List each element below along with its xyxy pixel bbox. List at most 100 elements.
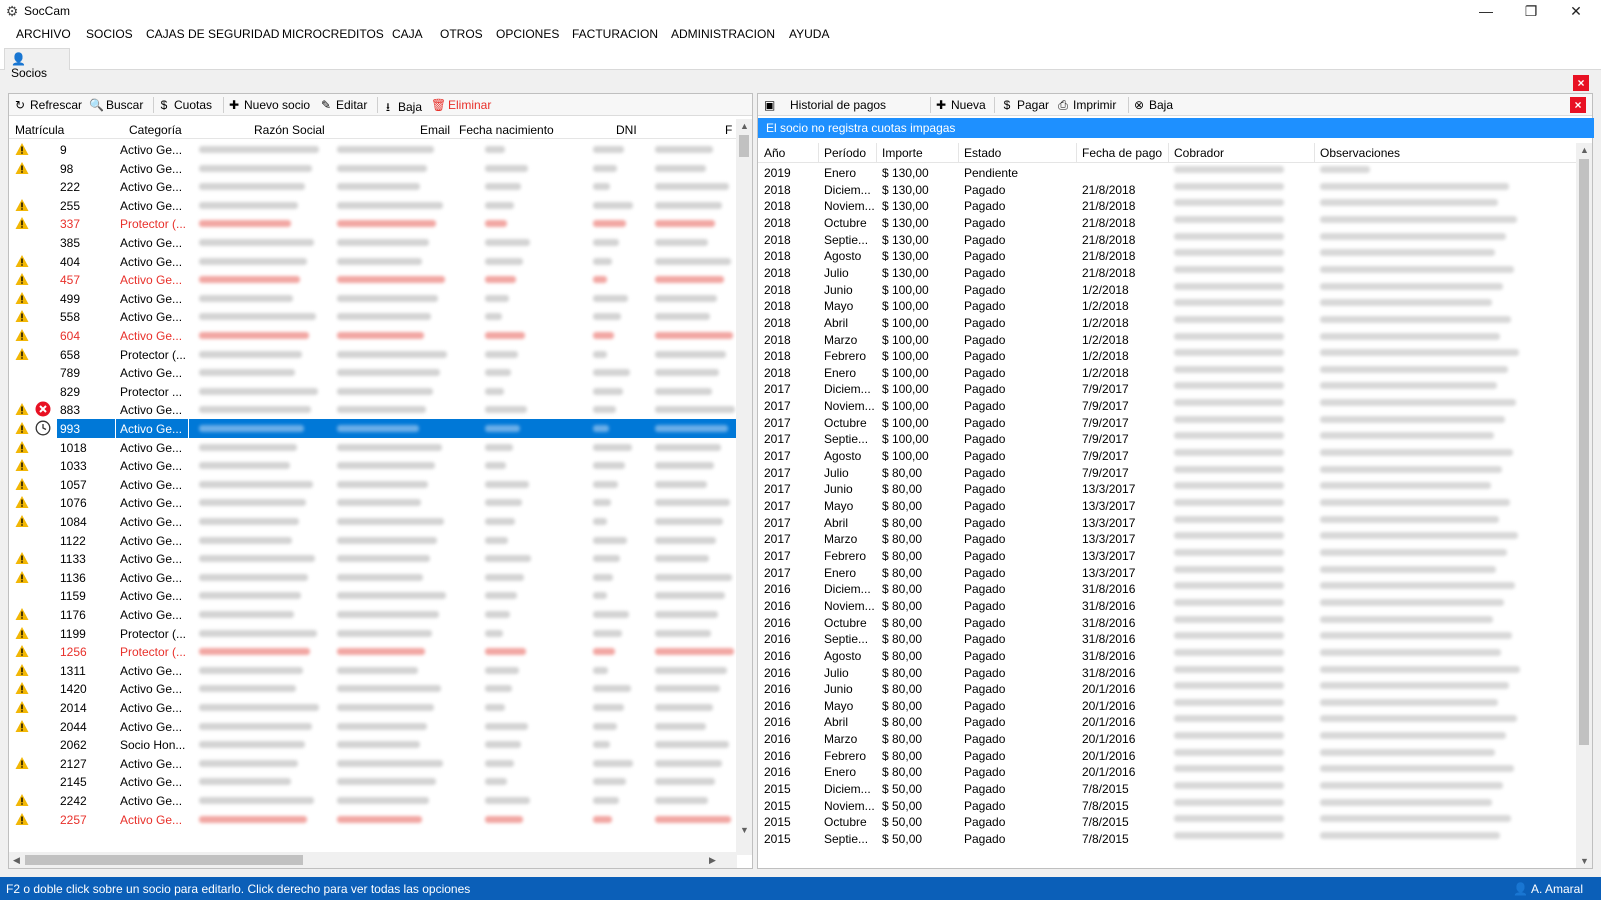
col-fecha-pago[interactable]: Fecha de pago (1082, 146, 1162, 160)
table-row[interactable]: 789 Activo Ge... (9, 363, 737, 382)
table-row[interactable]: 2016 Enero $ 80,00 Pagado 20/1/2016 (758, 763, 1578, 780)
table-row[interactable]: 2015 Noviem... $ 50,00 Pagado 7/8/2015 (758, 797, 1578, 814)
col-importe[interactable]: Importe (882, 146, 923, 160)
col-dni[interactable]: DNI (616, 123, 637, 137)
print-button[interactable]: ⎙ Imprimir (1056, 98, 1116, 113)
table-row[interactable]: 2016 Noviem... $ 80,00 Pagado 31/8/2016 (758, 597, 1578, 614)
table-row[interactable]: 2018 Enero $ 100,00 Pagado 1/2/2018 (758, 364, 1578, 381)
close-button[interactable]: ✕ (1553, 0, 1599, 22)
table-row[interactable]: 9 Activo Ge... (9, 140, 737, 159)
scroll-left-icon[interactable]: ◀ (13, 855, 20, 866)
col-matricula[interactable]: Matrícula (15, 123, 64, 137)
table-row[interactable]: 255 Activo Ge... (9, 196, 737, 215)
new-member-button[interactable]: ✚ Nuevo socio (227, 98, 310, 112)
table-row[interactable]: 2017 Marzo $ 80,00 Pagado 13/3/2017 (758, 530, 1578, 547)
vscroll-thumb[interactable] (739, 135, 749, 157)
table-row[interactable]: 2016 Diciem... $ 80,00 Pagado 31/8/2016 (758, 580, 1578, 597)
fees-button[interactable]: $ Cuotas (157, 98, 212, 112)
table-row[interactable]: 1018 Activo Ge... (9, 438, 737, 457)
table-row[interactable]: 2016 Octubre $ 80,00 Pagado 31/8/2016 (758, 614, 1578, 631)
table-row[interactable]: 1076 Activo Ge... (9, 493, 737, 512)
table-row[interactable]: 2062 Socio Hon... (9, 735, 737, 754)
table-row[interactable]: 2127 Activo Ge... (9, 754, 737, 773)
table-row[interactable]: 2016 Abril $ 80,00 Pagado 20/1/2016 (758, 713, 1578, 730)
table-row[interactable]: 2016 Agosto $ 80,00 Pagado 31/8/2016 (758, 647, 1578, 664)
table-row[interactable]: 1033 Activo Ge... (9, 456, 737, 475)
table-row[interactable]: 2016 Junio $ 80,00 Pagado 20/1/2016 (758, 680, 1578, 697)
table-row[interactable]: 2017 Enero $ 80,00 Pagado 13/3/2017 (758, 564, 1578, 581)
table-row[interactable]: 2018 Abril $ 100,00 Pagado 1/2/2018 (758, 314, 1578, 331)
scroll-up-icon[interactable]: ▲ (740, 121, 749, 131)
table-row[interactable]: 2044 Activo Ge... (9, 717, 737, 736)
pay-button[interactable]: $ Pagar (1000, 98, 1049, 112)
table-row[interactable]: 2016 Mayo $ 80,00 Pagado 20/1/2016 (758, 697, 1578, 714)
table-row[interactable]: 2017 Agosto $ 100,00 Pagado 7/9/2017 (758, 447, 1578, 464)
col-estado[interactable]: Estado (964, 146, 1001, 160)
table-row[interactable]: 2016 Julio $ 80,00 Pagado 31/8/2016 (758, 664, 1578, 681)
edit-button[interactable]: ✎ Editar (319, 98, 367, 112)
table-row[interactable]: 1057 Activo Ge... (9, 475, 737, 494)
table-row[interactable]: 2017 Abril $ 80,00 Pagado 13/3/2017 (758, 514, 1578, 531)
menu-ayuda[interactable]: AYUDA (789, 27, 829, 41)
table-row[interactable]: 2017 Julio $ 80,00 Pagado 7/9/2017 (758, 464, 1578, 481)
table-row[interactable]: 1311 Activo Ge... (9, 661, 737, 680)
table-row[interactable]: 2017 Diciem... $ 100,00 Pagado 7/9/2017 (758, 380, 1578, 397)
table-row[interactable]: 2017 Febrero $ 80,00 Pagado 13/3/2017 (758, 547, 1578, 564)
table-row[interactable]: 2018 Julio $ 130,00 Pagado 21/8/2018 (758, 264, 1578, 281)
table-row[interactable]: 1084 Activo Ge... (9, 512, 737, 531)
deactivate-button[interactable]: ⭳ Baja (381, 98, 422, 119)
search-button[interactable]: 🔍 Buscar (89, 98, 143, 112)
col-razon-social[interactable]: Razón Social (254, 123, 325, 137)
table-row[interactable]: 658 Protector (... (9, 345, 737, 364)
table-row[interactable]: 1420 Activo Ge... (9, 679, 737, 698)
tab-socios[interactable]: 👤 Socios (4, 48, 70, 80)
table-row[interactable]: 2018 Agosto $ 130,00 Pagado 21/8/2018 (758, 247, 1578, 264)
table-row[interactable]: 2018 Mayo $ 100,00 Pagado 1/2/2018 (758, 297, 1578, 314)
table-row[interactable]: 98 Activo Ge... (9, 159, 737, 178)
vscroll-thumb[interactable] (1579, 159, 1589, 745)
table-row[interactable]: 2019 Enero $ 130,00 Pendiente (758, 164, 1578, 181)
table-row[interactable]: 2015 Septie... $ 50,00 Pagado 7/8/2015 (758, 830, 1578, 847)
table-row[interactable]: 2015 Diciem... $ 50,00 Pagado 7/8/2015 (758, 780, 1578, 797)
table-row[interactable]: 2017 Septie... $ 100,00 Pagado 7/9/2017 (758, 430, 1578, 447)
menu-opciones[interactable]: OPCIONES (496, 27, 559, 41)
menu-facturacion[interactable]: FACTURACION (572, 27, 658, 41)
table-row[interactable]: 222 Activo Ge... (9, 177, 737, 196)
table-row[interactable]: 1159 Activo Ge... (9, 586, 737, 605)
table-row[interactable]: 2016 Marzo $ 80,00 Pagado 20/1/2016 (758, 730, 1578, 747)
table-row[interactable]: 2018 Diciem... $ 130,00 Pagado 21/8/2018 (758, 181, 1578, 198)
menu-caja[interactable]: CAJA (392, 27, 423, 41)
delete-button[interactable]: 🗑 Eliminar (431, 98, 491, 112)
table-row[interactable]: 2018 Octubre $ 130,00 Pagado 21/8/2018 (758, 214, 1578, 231)
payments-vscrollbar[interactable]: ▲ ▼ (1576, 143, 1592, 868)
new-fee-button[interactable]: ✚ Nueva (934, 98, 986, 112)
members-vscrollbar[interactable]: ▲ ▼ (736, 119, 752, 855)
hscroll-thumb[interactable] (25, 855, 303, 865)
table-row[interactable]: 2018 Marzo $ 100,00 Pagado 1/2/2018 (758, 331, 1578, 348)
table-row[interactable]: 457 Activo Ge... (9, 270, 737, 289)
minimize-button[interactable]: — (1463, 0, 1509, 22)
col-categoria[interactable]: Categoría (129, 123, 182, 137)
close-tab-button[interactable]: × (1573, 75, 1589, 91)
refresh-button[interactable]: ↻ Refrescar (13, 98, 82, 112)
table-row[interactable]: 337 Protector (... (9, 214, 737, 233)
table-row[interactable]: 2145 Activo Ge... (9, 772, 737, 791)
col-periodo[interactable]: Período (824, 146, 866, 160)
col-fecha-nacimiento[interactable]: Fecha nacimiento (459, 123, 554, 137)
table-row[interactable]: 829 Protector ... (9, 382, 737, 401)
table-row[interactable]: 2017 Junio $ 80,00 Pagado 13/3/2017 (758, 480, 1578, 497)
menu-socios[interactable]: SOCIOS (86, 27, 133, 41)
close-panel-button[interactable]: × (1570, 97, 1586, 113)
menu-otros[interactable]: OTROS (440, 27, 483, 41)
table-row[interactable]: 2017 Mayo $ 80,00 Pagado 13/3/2017 (758, 497, 1578, 514)
table-row[interactable]: 385 Activo Ge... (9, 233, 737, 252)
col-cobrador[interactable]: Cobrador (1174, 146, 1224, 160)
menu-archivo[interactable]: ARCHIVO (16, 27, 71, 41)
table-row[interactable]: 2018 Junio $ 100,00 Pagado 1/2/2018 (758, 281, 1578, 298)
table-row[interactable]: 499 Activo Ge... (9, 289, 737, 308)
table-row[interactable]: 558 Activo Ge... (9, 307, 737, 326)
table-row[interactable]: 883 Activo Ge... (9, 400, 737, 419)
table-row[interactable]: 404 Activo Ge... (9, 252, 737, 271)
col-anio[interactable]: Año (764, 146, 785, 160)
table-row[interactable]: 2016 Febrero $ 80,00 Pagado 20/1/2016 (758, 747, 1578, 764)
